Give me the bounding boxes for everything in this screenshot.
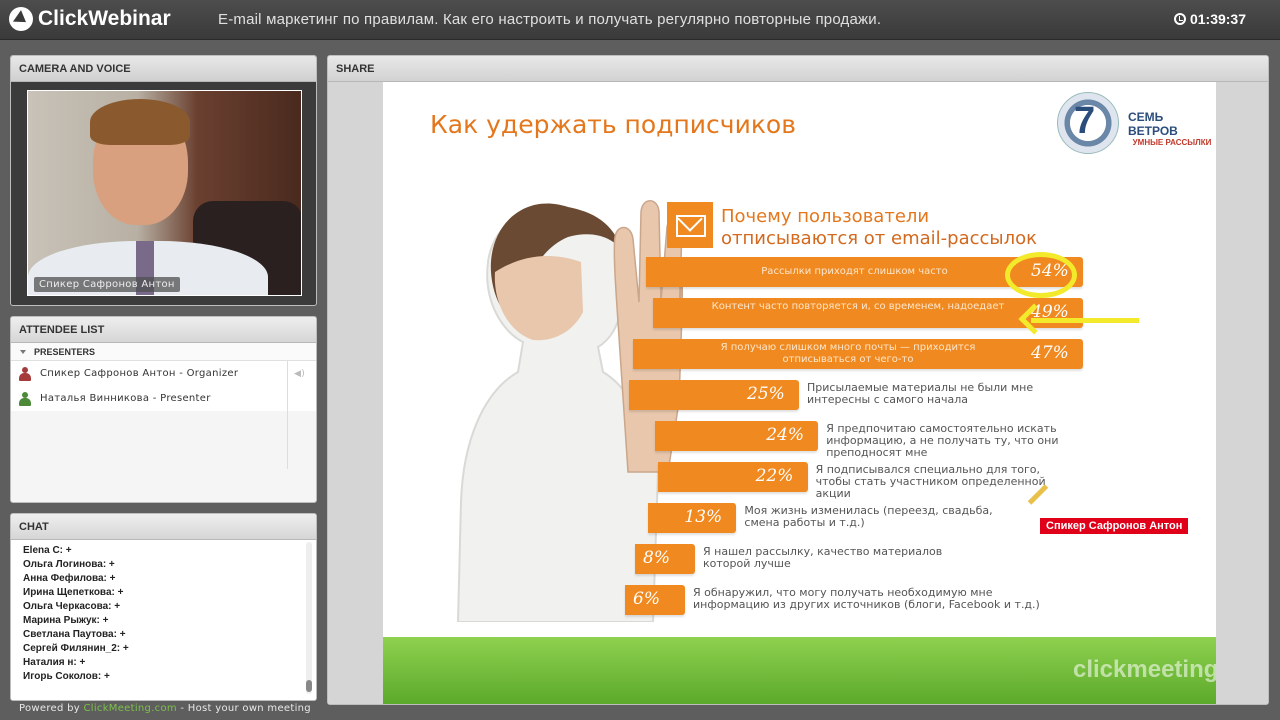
attendee-name: Наталья Винникова - Presenter xyxy=(40,393,211,404)
chat-message: Ольга Черкасова: + xyxy=(23,601,121,612)
chart-value-label: 25% xyxy=(747,384,785,404)
chat-message: Ирина Щепеткова: + xyxy=(23,587,124,598)
presentation-slide: Как удержать подписчиков 7 СЕМЬ ВЕТРОВ У… xyxy=(383,82,1216,704)
brand-text: СЕМЬ ВЕТРОВ УМНЫЕ РАССЫЛКИ xyxy=(1128,110,1216,147)
brand-name: ClickWebinar xyxy=(38,7,171,30)
clickwebinar-logo: ClickWebinar xyxy=(9,7,171,31)
chat-scroll-thumb[interactable] xyxy=(306,680,312,692)
chart-category-label: Контент часто повторяется и, со временем… xyxy=(711,301,1005,312)
footer-prefix: Powered by xyxy=(19,703,84,714)
chat-message: Elena C: + xyxy=(23,545,72,556)
clickmeeting-link[interactable]: ClickMeeting.com xyxy=(83,703,176,714)
attendee-divider xyxy=(287,361,288,469)
cursor-logo-icon xyxy=(9,7,33,31)
camera-panel-header: CAMERA AND VOICE xyxy=(11,56,316,82)
speaker-video[interactable]: Спикер Сафронов Антон xyxy=(27,90,302,296)
chat-panel: CHAT Elena C: + Ольга Логинова: + Анна Ф… xyxy=(10,513,317,701)
speaker-hair xyxy=(90,99,190,145)
speaker-pointer-tag: Спикер Сафронов Антон xyxy=(1040,518,1189,534)
chat-message: Игорь Соколов: + xyxy=(23,671,110,682)
chat-message: Сергей Филянин_2: + xyxy=(23,643,129,654)
attendee-panel-header: ATTENDEE LIST xyxy=(11,317,316,343)
chart-category-label: Моя жизнь изменилась (переезд, свадьба, … xyxy=(744,504,993,529)
envelope-icon xyxy=(667,202,713,248)
expand-triangle-icon[interactable] xyxy=(20,350,26,354)
chart-value-label: 22% xyxy=(755,466,794,486)
slide-title: Как удержать подписчиков xyxy=(430,110,796,139)
chat-panel-header: CHAT xyxy=(11,514,316,540)
footer-suffix: - Host your own meeting xyxy=(176,703,311,714)
attendee-name: Спикер Сафронов Антон - Organizer xyxy=(40,368,239,379)
chart-category-label: Я нашел рассылку, качество материалов ко… xyxy=(703,545,943,570)
chart-category-label: Я получаю слишком много почты — приходит… xyxy=(720,342,976,365)
timer-value: 01:39:37 xyxy=(1189,11,1246,27)
clock-icon xyxy=(1173,13,1186,25)
chat-message: Ольга Логинова: + xyxy=(23,559,115,570)
presenter-user-icon xyxy=(18,391,32,406)
video-caption: Спикер Сафронов Антон xyxy=(34,277,180,292)
highlight-circle-annotation xyxy=(1005,252,1077,298)
footer: Powered by ClickMeeting.com - Host your … xyxy=(19,703,311,714)
chat-message: Анна Фефилова: + xyxy=(23,573,116,584)
brand-tagline: УМНЫЕ РАССЫЛКИ xyxy=(1132,138,1212,147)
chart-value-label: 6% xyxy=(633,589,660,609)
chart-value-label: 24% xyxy=(766,425,804,445)
question-line-2: отписываются от email-рассылок xyxy=(721,228,1038,249)
chart-value-label: 13% xyxy=(684,507,723,527)
chart-category-label: Рассылки приходят слишком часто xyxy=(761,266,948,277)
chat-message: Светлана Паутова: + xyxy=(23,629,126,640)
attendee-panel: ATTENDEE LIST PRESENTERS Спикер Сафронов… xyxy=(10,316,317,503)
brand-name: СЕМЬ ВЕТРОВ xyxy=(1128,110,1178,138)
organizer-user-icon xyxy=(18,366,32,381)
attendee-row[interactable]: Наталья Винникова - Presenter xyxy=(11,386,316,411)
question-line-1: Почему пользователи xyxy=(721,206,930,227)
speaker-volume-icon[interactable]: ◀) xyxy=(294,369,306,379)
attendee-row[interactable]: Спикер Сафронов Антон - Organizer ◀) xyxy=(11,361,316,386)
presenters-group[interactable]: PRESENTERS xyxy=(11,343,316,361)
chart-category-label: Присылаемые материалы не были мне интере… xyxy=(807,381,1034,406)
chat-message: Наталия н: + xyxy=(23,657,86,668)
chart-value-label: 8% xyxy=(643,548,670,568)
chart-category-label: Я обнаружил, что могу получать необходим… xyxy=(693,586,1040,611)
chart-category-label: Я предпочитаю самостоятельно искать инфо… xyxy=(826,422,1059,459)
top-bar: ClickWebinar E-mail маркетинг по правила… xyxy=(0,0,1280,40)
clickmeeting-watermark: clickmeeting xyxy=(1073,656,1216,683)
share-viewport: Как удержать подписчиков 7 СЕМЬ ВЕТРОВ У… xyxy=(328,82,1268,704)
chat-scrollbar[interactable] xyxy=(306,542,312,694)
chart-question: Почему пользователи отписываются от emai… xyxy=(721,206,1037,250)
share-panel-header: SHARE xyxy=(328,56,1268,82)
brand-number: 7 xyxy=(1074,100,1096,142)
camera-panel: CAMERA AND VOICE Спикер Сафронов Антон xyxy=(10,55,317,306)
webinar-title: E-mail маркетинг по правилам. Как его на… xyxy=(218,11,882,28)
chat-messages[interactable]: Elena C: + Ольга Логинова: + Анна Фефило… xyxy=(11,540,316,700)
share-panel: SHARE Как удержать подписчиков 7 СЕМЬ ВЕ… xyxy=(327,55,1269,705)
chat-message: Марина Рыжук: + xyxy=(23,615,109,626)
presenters-group-label: PRESENTERS xyxy=(34,347,96,357)
chart-value-label: 47% xyxy=(1031,343,1069,363)
compass-logo-icon: 7 xyxy=(1057,92,1119,154)
session-timer: 01:39:37 xyxy=(1173,11,1246,27)
